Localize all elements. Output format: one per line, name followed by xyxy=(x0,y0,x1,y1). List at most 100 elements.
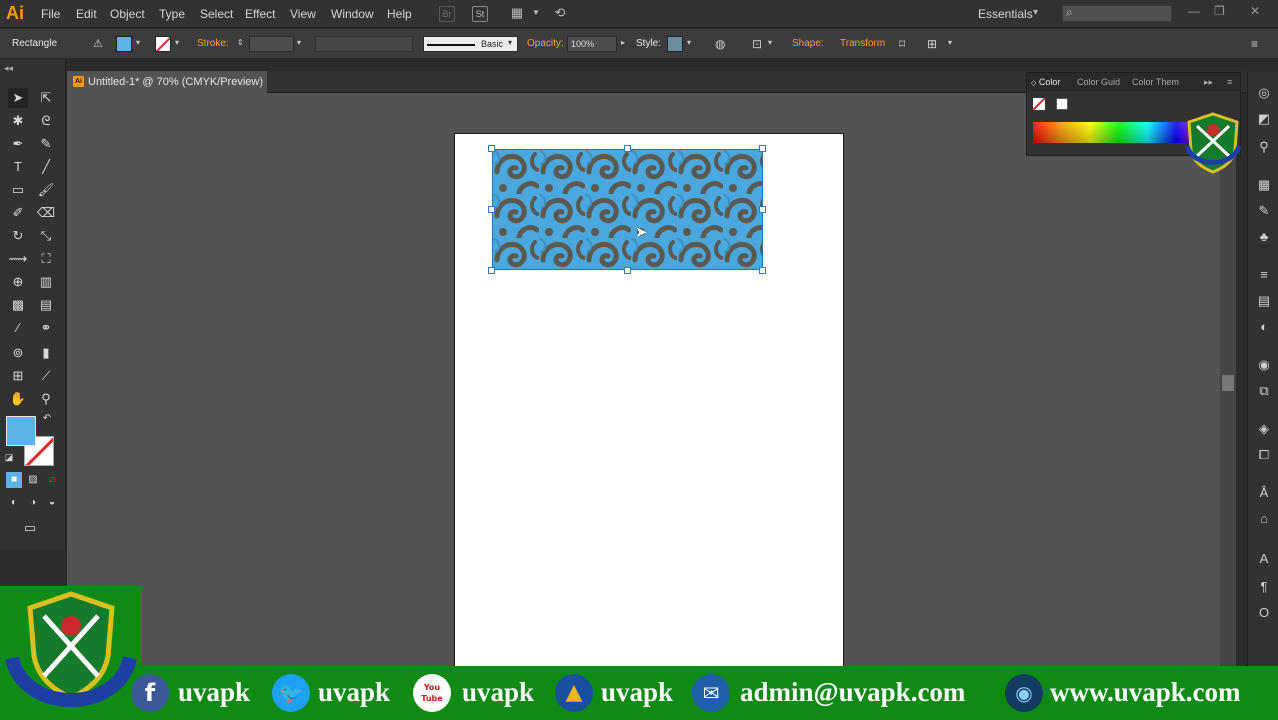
lasso-tool-icon[interactable]: ᘓ xyxy=(36,111,56,131)
stitcher-handle[interactable]: uvapk xyxy=(601,677,673,708)
recolor-artwork-icon[interactable]: ◍ xyxy=(715,37,725,51)
facebook-handle[interactable]: uvapk xyxy=(178,677,250,708)
transparency-icon[interactable]: ◐ xyxy=(1255,318,1273,336)
chevron-down-icon[interactable]: ▾ xyxy=(687,38,691,47)
graphic-styles-icon[interactable]: ⧉ xyxy=(1255,382,1273,400)
website-url[interactable]: www.uvapk.com xyxy=(1050,677,1241,708)
shape-builder-tool-icon[interactable]: ⊕ xyxy=(8,272,28,292)
search-input[interactable] xyxy=(1062,5,1172,22)
gradient-panel-icon[interactable]: ▤ xyxy=(1255,292,1273,310)
scale-tool-icon[interactable]: ⤡ xyxy=(36,226,56,246)
transform-label[interactable]: Transform xyxy=(840,38,885,49)
draw-inside-icon[interactable]: ◒ xyxy=(44,495,60,511)
stock-icon[interactable]: St xyxy=(472,6,488,22)
chevron-down-icon[interactable]: ▾ xyxy=(175,38,179,47)
white-color-swatch[interactable] xyxy=(1056,98,1068,110)
character-icon[interactable]: A xyxy=(1255,550,1273,568)
stroke-label[interactable]: Stroke: xyxy=(197,38,229,49)
email-address[interactable]: admin@uvapk.com xyxy=(740,677,965,708)
draw-normal-icon[interactable]: ◐ xyxy=(6,495,22,511)
variable-width-profile[interactable] xyxy=(315,36,413,52)
chevron-down-icon[interactable]: ▼ xyxy=(528,6,544,22)
color-guide-icon[interactable]: ◩ xyxy=(1255,110,1273,128)
fill-color-swatch[interactable] xyxy=(6,416,36,446)
panel-menu-icon[interactable]: ≡ xyxy=(1227,77,1232,87)
curvature-tool-icon[interactable]: ✎ xyxy=(36,134,56,154)
twitter-handle[interactable]: uvapk xyxy=(318,677,390,708)
selection-handle-top-left[interactable] xyxy=(488,145,495,152)
selection-handle-right[interactable] xyxy=(759,206,766,213)
menu-type[interactable]: Type xyxy=(159,7,185,21)
direct-selection-tool-icon[interactable]: ⇱ xyxy=(36,88,56,108)
free-transform-tool-icon[interactable]: ⛶ xyxy=(36,249,56,269)
draw-behind-icon[interactable]: ◑ xyxy=(25,495,41,511)
chevron-down-icon[interactable]: ▾ xyxy=(297,38,301,47)
fill-swatch-control[interactable] xyxy=(116,36,132,52)
maximize-icon[interactable]: ❐ xyxy=(1214,4,1225,18)
workspace-switcher[interactable]: Essentials xyxy=(978,7,1033,21)
paintbrush-tool-icon[interactable]: 🖌 xyxy=(36,180,56,200)
close-icon[interactable]: ✕ xyxy=(1250,4,1260,18)
slice-tool-icon[interactable]: ⟋ xyxy=(36,366,56,386)
chevron-down-icon[interactable]: ▾ xyxy=(508,38,512,47)
magic-wand-tool-icon[interactable]: ✱ xyxy=(8,111,28,131)
eraser-tool-icon[interactable]: ⌫ xyxy=(36,203,56,223)
width-tool-icon[interactable]: ⟿ xyxy=(8,249,28,269)
youtube-handle[interactable]: uvapk xyxy=(462,677,534,708)
mesh-tool-icon[interactable]: ▩ xyxy=(8,295,28,315)
menu-view[interactable]: View xyxy=(290,7,316,21)
stroke-weight-stepper[interactable]: ⇕ xyxy=(237,38,244,47)
menu-select[interactable]: Select xyxy=(200,7,233,21)
chevron-down-icon[interactable]: ▾ xyxy=(136,38,140,47)
none-mode-icon[interactable]: ⧄ xyxy=(44,472,60,488)
tab-color[interactable]: ◇ Color xyxy=(1031,77,1060,87)
artboards-icon[interactable]: ⧠ xyxy=(1255,446,1273,464)
tab-color-guide[interactable]: Color Guid xyxy=(1077,77,1120,87)
brush-definition-select[interactable]: Basic xyxy=(423,36,518,52)
paragraph-styles-icon[interactable]: ⌂ xyxy=(1255,510,1273,528)
menu-file[interactable]: File xyxy=(41,7,60,21)
libraries-icon[interactable]: ⚲ xyxy=(1255,138,1273,156)
stroke-swatch-control[interactable] xyxy=(155,36,171,52)
swap-fill-stroke-icon[interactable]: ↶ xyxy=(40,412,54,426)
swatches-icon[interactable]: ▦ xyxy=(1255,176,1273,194)
appearance-icon[interactable]: ◉ xyxy=(1255,356,1273,374)
menu-help[interactable]: Help xyxy=(387,7,412,21)
chevron-down-icon[interactable]: ▾ xyxy=(948,38,952,47)
zoom-tool-icon[interactable]: ⚲ xyxy=(36,389,56,409)
canvas-area[interactable]: ➤ xyxy=(67,93,1220,666)
graphic-style-swatch[interactable] xyxy=(667,36,683,52)
paragraph-icon[interactable]: ¶ xyxy=(1255,578,1273,596)
menu-edit[interactable]: Edit xyxy=(76,7,97,21)
selection-handle-top[interactable] xyxy=(624,145,631,152)
pattern-rectangle[interactable] xyxy=(492,149,763,270)
none-color-swatch[interactable] xyxy=(1033,98,1045,110)
color-panel-icon[interactable]: ◎ xyxy=(1255,84,1273,102)
minimize-icon[interactable]: — xyxy=(1188,4,1200,18)
layers-icon[interactable]: ◈ xyxy=(1255,420,1273,438)
screen-mode-icon[interactable]: ▭ xyxy=(20,518,40,538)
line-tool-icon[interactable]: ╱ xyxy=(36,157,56,177)
stroke-weight-field[interactable] xyxy=(249,36,294,52)
symbols-icon[interactable]: ♣ xyxy=(1255,228,1273,246)
align-icon[interactable]: ⊡ xyxy=(752,37,762,51)
artboard-tool-icon[interactable]: ⊞ xyxy=(8,366,28,386)
tab-color-themes[interactable]: Color Them xyxy=(1132,77,1179,87)
selection-handle-bottom-left[interactable] xyxy=(488,267,495,274)
hand-tool-icon[interactable]: ✋ xyxy=(8,389,28,409)
character-styles-icon[interactable]: Å xyxy=(1255,484,1273,502)
selection-handle-bottom[interactable] xyxy=(624,267,631,274)
brushes-icon[interactable]: ✎ xyxy=(1255,202,1273,220)
scrollbar-thumb[interactable] xyxy=(1222,375,1234,391)
column-graph-tool-icon[interactable]: ▮ xyxy=(36,343,56,363)
bridge-icon[interactable]: Br xyxy=(439,6,455,22)
default-fill-stroke-icon[interactable]: ◪ xyxy=(2,450,16,464)
gradient-mode-icon[interactable]: ▨ xyxy=(25,472,41,488)
shaper-tool-icon[interactable]: ✐ xyxy=(8,203,28,223)
eyedropper-tool-icon[interactable]: ⁄ xyxy=(8,318,28,338)
pen-tool-icon[interactable]: ✒ xyxy=(8,134,28,154)
chevron-down-icon[interactable]: ▾ xyxy=(1033,7,1038,18)
selection-tool-icon[interactable]: ➤ xyxy=(8,88,28,108)
document-tab[interactable]: Ai Untitled-1* @ 70% (CMYK/Preview) xyxy=(67,71,267,93)
vertical-scrollbar[interactable] xyxy=(1220,93,1236,666)
